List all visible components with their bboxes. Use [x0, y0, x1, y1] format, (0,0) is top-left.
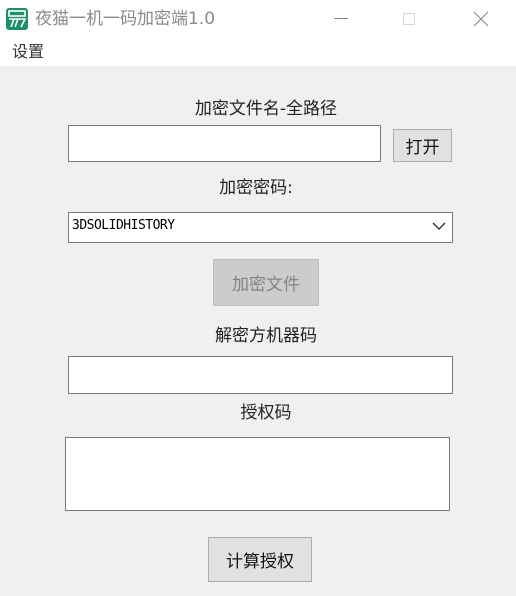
encrypt-file-label: 加密文件名-全路径 — [194, 99, 338, 119]
auth-code-label: 授权码 — [240, 403, 292, 423]
chevron-down-icon — [432, 222, 446, 230]
minimize-icon — [334, 18, 348, 19]
password-label: 加密密码: — [219, 178, 293, 198]
maximize-button[interactable] — [386, 0, 432, 38]
title-bar: 夜猫一机一码加密端1.0 — [0, 0, 516, 38]
encrypt-file-button[interactable]: 加密文件 — [213, 259, 319, 306]
maximize-icon — [403, 13, 415, 25]
encrypt-file-input[interactable] — [68, 125, 381, 162]
menu-bar: 设置 — [0, 38, 516, 66]
window-title: 夜猫一机一码加密端1.0 — [35, 9, 216, 29]
password-select[interactable]: 3DSOLIDHISTORY — [68, 212, 453, 243]
machine-code-input[interactable] — [68, 356, 453, 394]
compute-auth-button[interactable]: 计算授权 — [208, 537, 312, 582]
app-logo-icon — [6, 8, 28, 30]
menu-settings[interactable]: 设置 — [12, 42, 44, 62]
open-button[interactable]: 打开 — [393, 129, 452, 162]
close-button[interactable] — [458, 0, 504, 38]
auth-code-textarea[interactable] — [65, 437, 450, 511]
password-selected-value: 3DSOLIDHISTORY — [72, 218, 175, 233]
machine-code-label: 解密方机器码 — [215, 326, 317, 346]
close-icon — [473, 11, 489, 27]
minimize-button[interactable] — [318, 0, 364, 38]
